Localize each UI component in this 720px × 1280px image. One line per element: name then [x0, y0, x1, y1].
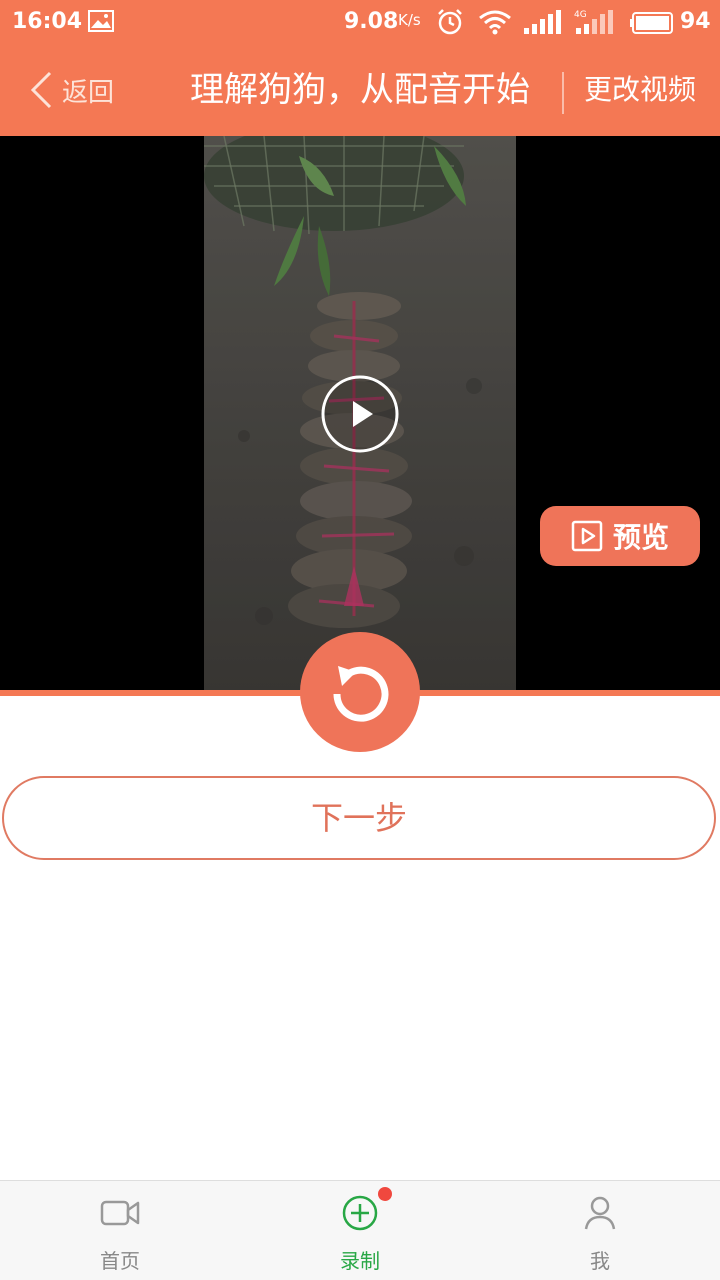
- battery-percentage: 94: [680, 9, 711, 34]
- video-player[interactable]: 预览: [0, 136, 720, 692]
- replay-icon: [333, 666, 389, 722]
- alarm-icon: [438, 9, 462, 35]
- bottom-tab-bar: 首页 录制 我: [0, 1180, 720, 1280]
- chevron-left-icon: [30, 71, 52, 109]
- notification-badge: [378, 1187, 392, 1201]
- person-icon: [584, 1196, 616, 1230]
- preview-label: 预览: [612, 521, 669, 554]
- status-time: 16:04: [12, 9, 83, 34]
- app-screen: 16:04 9.08 K/s 4G 94 返回 理解狗狗，从配音开始 更改视频 …: [0, 0, 720, 1280]
- back-label: 返回: [62, 77, 115, 108]
- network-speed-unit: K/s: [398, 11, 421, 29]
- video-camera-icon: [100, 1200, 140, 1226]
- back-button[interactable]: 返回: [28, 62, 138, 118]
- preview-button[interactable]: 预览: [540, 506, 700, 566]
- wifi-icon: [479, 10, 511, 35]
- play-icon[interactable]: [320, 374, 400, 454]
- navigation-header: 返回 理解狗狗，从配音开始 更改视频: [0, 44, 720, 136]
- image-notification-icon: [88, 10, 114, 32]
- network-speed: 9.08: [344, 9, 399, 34]
- top-bar: 16:04 9.08 K/s 4G 94 返回 理解狗狗，从配音开始 更改视频: [0, 0, 720, 136]
- signal-4g-icon: 4G: [574, 10, 613, 34]
- tab-record-label: 录制: [340, 1249, 380, 1273]
- status-bar: 16:04 9.08 K/s 4G 94: [0, 0, 720, 44]
- change-video-button[interactable]: 更改视频: [570, 44, 710, 136]
- battery-icon: [630, 12, 673, 34]
- tab-me-label: 我: [590, 1249, 610, 1273]
- signal-strength-icon: [524, 10, 561, 34]
- plus-circle-icon: [342, 1195, 378, 1231]
- replay-button[interactable]: [300, 632, 420, 752]
- tab-record[interactable]: 录制: [240, 1181, 480, 1280]
- tab-home[interactable]: 首页: [0, 1181, 240, 1280]
- svg-text:4G: 4G: [574, 10, 587, 20]
- page-title: 理解狗狗，从配音开始: [190, 70, 530, 110]
- header-divider: [562, 72, 564, 114]
- tab-home-label: 首页: [100, 1249, 140, 1273]
- preview-play-icon: [571, 520, 603, 552]
- tab-me[interactable]: 我: [480, 1181, 720, 1280]
- next-step-button[interactable]: 下一步: [2, 776, 716, 860]
